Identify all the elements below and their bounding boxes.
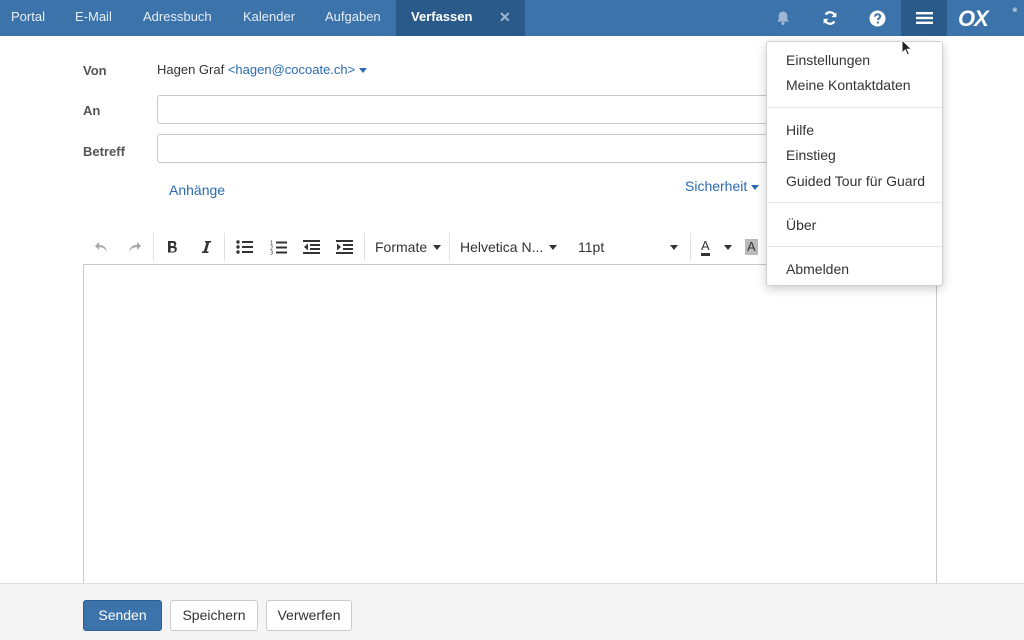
refresh-icon[interactable] [813, 0, 847, 36]
send-button[interactable]: Senden [83, 600, 162, 631]
undo-icon[interactable] [88, 233, 114, 261]
bullet-list-icon[interactable] [231, 233, 257, 261]
toolbar-divider [449, 233, 450, 261]
security-dropdown[interactable]: Sicherheit [685, 178, 760, 194]
menu-divider [767, 107, 942, 108]
menu-divider [767, 202, 942, 203]
toolbar-divider [690, 233, 691, 261]
from-label: Von [83, 63, 107, 78]
menu-item-my-contact-data[interactable]: Meine Kontaktdaten [786, 77, 911, 93]
formats-label: Formate [375, 239, 428, 255]
toolbar-divider [153, 233, 154, 261]
indent-icon[interactable] [331, 233, 357, 261]
text-color-icon: A [701, 238, 710, 256]
security-link: Sicherheit [685, 178, 748, 194]
chevron-down-icon[interactable] [723, 244, 732, 250]
to-label: An [83, 103, 101, 118]
save-button[interactable]: Speichern [170, 600, 258, 631]
chevron-down-icon [433, 244, 442, 250]
menu-icon[interactable] [901, 0, 947, 36]
font-size-value: 11pt [578, 239, 605, 255]
bold-icon[interactable] [159, 233, 185, 261]
tab-email[interactable]: E-Mail [75, 0, 112, 36]
top-navigation-bar: Portal E-Mail Adressbuch Kalender Aufgab… [0, 0, 1024, 36]
outdent-icon[interactable] [298, 233, 324, 261]
from-name: Hagen Graf [157, 62, 225, 77]
from-field[interactable]: Hagen Graf <hagen@cocoate.ch> [157, 62, 368, 77]
tab-compose-label: Verfassen [411, 9, 473, 24]
background-color-button[interactable]: A [745, 233, 758, 261]
font-family-value: Helvetica N... [460, 239, 544, 255]
to-field[interactable] [157, 95, 797, 124]
italic-icon[interactable] [193, 233, 219, 261]
chevron-down-icon [670, 245, 678, 250]
menu-item-getting-started[interactable]: Einstieg [786, 147, 836, 163]
bell-icon[interactable] [766, 0, 800, 36]
discard-button[interactable]: Verwerfen [266, 600, 352, 631]
menu-item-settings[interactable]: Einstellungen [786, 52, 870, 68]
tab-portal[interactable]: Portal [11, 0, 45, 36]
tab-tasks[interactable]: Aufgaben [325, 0, 381, 36]
toolbar-divider [364, 233, 365, 261]
menu-item-help[interactable]: Hilfe [786, 122, 814, 138]
close-icon[interactable]: ✕ [499, 0, 511, 34]
background-color-icon: A [745, 239, 758, 255]
chevron-down-icon[interactable] [359, 68, 368, 74]
text-color-button[interactable]: A [701, 233, 732, 261]
ox-logo-text: OX [958, 6, 989, 31]
ox-logo: OX ® [958, 6, 1018, 31]
font-family-dropdown[interactable]: Helvetica N... [460, 233, 558, 261]
svg-text:3: 3 [270, 250, 273, 255]
ox-logo-mark: ® [1012, 8, 1018, 14]
compose-footer: Senden Speichern Verwerfen [0, 583, 1024, 640]
redo-icon[interactable] [121, 233, 147, 261]
attachments-link[interactable]: Anhänge [169, 182, 225, 198]
help-icon[interactable] [860, 0, 894, 36]
menu-item-logout[interactable]: Abmelden [786, 261, 849, 277]
toolbar-divider [224, 233, 225, 261]
settings-menu: Einstellungen Meine Kontaktdaten Hilfe E… [766, 41, 943, 286]
formats-dropdown[interactable]: Formate [375, 233, 442, 261]
subject-field[interactable] [157, 134, 797, 163]
message-editor[interactable] [83, 264, 937, 594]
menu-divider [767, 246, 942, 247]
subject-label: Betreff [83, 144, 125, 159]
menu-item-guided-tour[interactable]: Guided Tour für Guard [786, 173, 925, 189]
chevron-down-icon [751, 184, 760, 190]
chevron-down-icon [549, 244, 558, 250]
tab-calendar[interactable]: Kalender [243, 0, 295, 36]
from-email[interactable]: <hagen@cocoate.ch> [228, 62, 355, 77]
tab-compose[interactable]: Verfassen ✕ [396, 0, 525, 36]
font-size-dropdown[interactable]: 11pt [578, 233, 680, 261]
menu-item-about[interactable]: Über [786, 217, 816, 233]
numbered-list-icon[interactable]: 123 [265, 233, 291, 261]
tab-addressbook[interactable]: Adressbuch [143, 0, 212, 36]
mouse-cursor-icon [901, 38, 913, 59]
